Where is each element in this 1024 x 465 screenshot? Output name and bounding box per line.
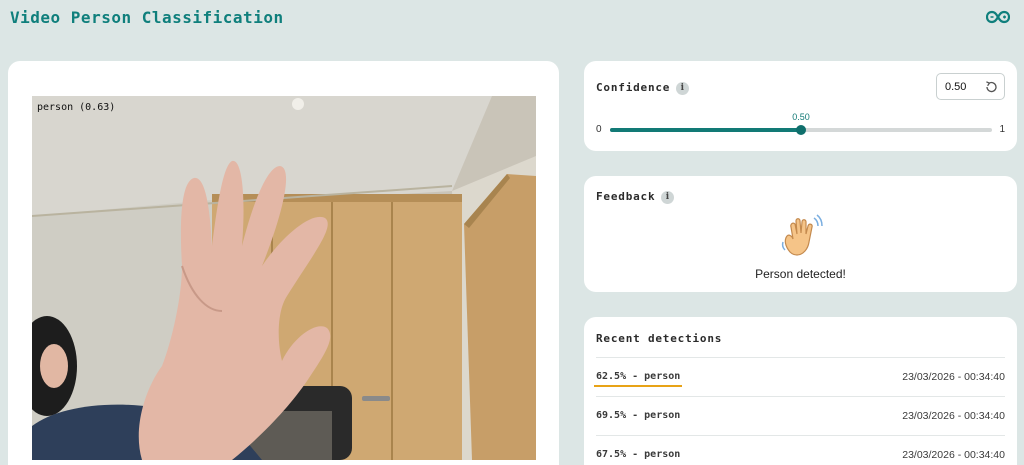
confidence-card: Confidence i 0.50 0 0.50 1 (584, 61, 1017, 151)
detection-time: 23/03/2026 - 00:34:40 (902, 370, 1005, 383)
confidence-slider[interactable]: 0.50 (610, 112, 992, 135)
page-title: Video Person Classification (10, 8, 284, 27)
feedback-card: Feedback i Person detected! (584, 176, 1017, 292)
highlight-underline (594, 385, 683, 387)
detection-label: 62.5% - person (594, 371, 683, 387)
confidence-title: Confidence i (596, 81, 690, 95)
slider-max-label: 1 (999, 124, 1005, 135)
video-feed: person (0.63) (32, 96, 536, 460)
waving-hand-icon (781, 214, 823, 256)
list-item: 69.5% - person 23/03/2026 - 00:34:40 (596, 396, 1005, 434)
recent-detections-card: Recent detections 62.5% - person 23/03/2… (584, 317, 1017, 465)
video-card: person (0.63) (8, 61, 559, 465)
confidence-title-text: Confidence (596, 81, 671, 94)
feedback-message: Person detected! (755, 267, 846, 281)
detection-time: 23/03/2026 - 00:34:40 (902, 448, 1005, 461)
infinity-icon[interactable] (986, 10, 1010, 24)
slider-fill (610, 128, 801, 132)
list-item: 62.5% - person 23/03/2026 - 00:34:40 (594, 357, 1005, 395)
info-icon[interactable]: i (661, 190, 675, 204)
info-icon[interactable]: i (676, 81, 690, 95)
detection-time: 23/03/2026 - 00:34:40 (902, 409, 1005, 422)
feedback-title-text: Feedback (596, 190, 656, 203)
slider-value-label: 0.50 (792, 112, 810, 122)
reset-icon[interactable] (984, 80, 998, 94)
confidence-input[interactable]: 0.50 (936, 73, 1005, 100)
feedback-title: Feedback i (596, 190, 675, 204)
detection-label: 67.5% - person (596, 449, 681, 460)
detection-label-text: 62.5% - person (596, 371, 681, 382)
confidence-input-value[interactable]: 0.50 (945, 81, 966, 93)
list-item: 67.5% - person 23/03/2026 - 00:34:40 (596, 435, 1005, 465)
recent-detections-title: Recent detections (596, 332, 723, 345)
detection-label: 69.5% - person (596, 410, 681, 421)
slider-min-label: 0 (596, 124, 602, 135)
slider-thumb[interactable] (796, 125, 806, 135)
detection-overlay-label: person (0.63) (37, 102, 116, 113)
